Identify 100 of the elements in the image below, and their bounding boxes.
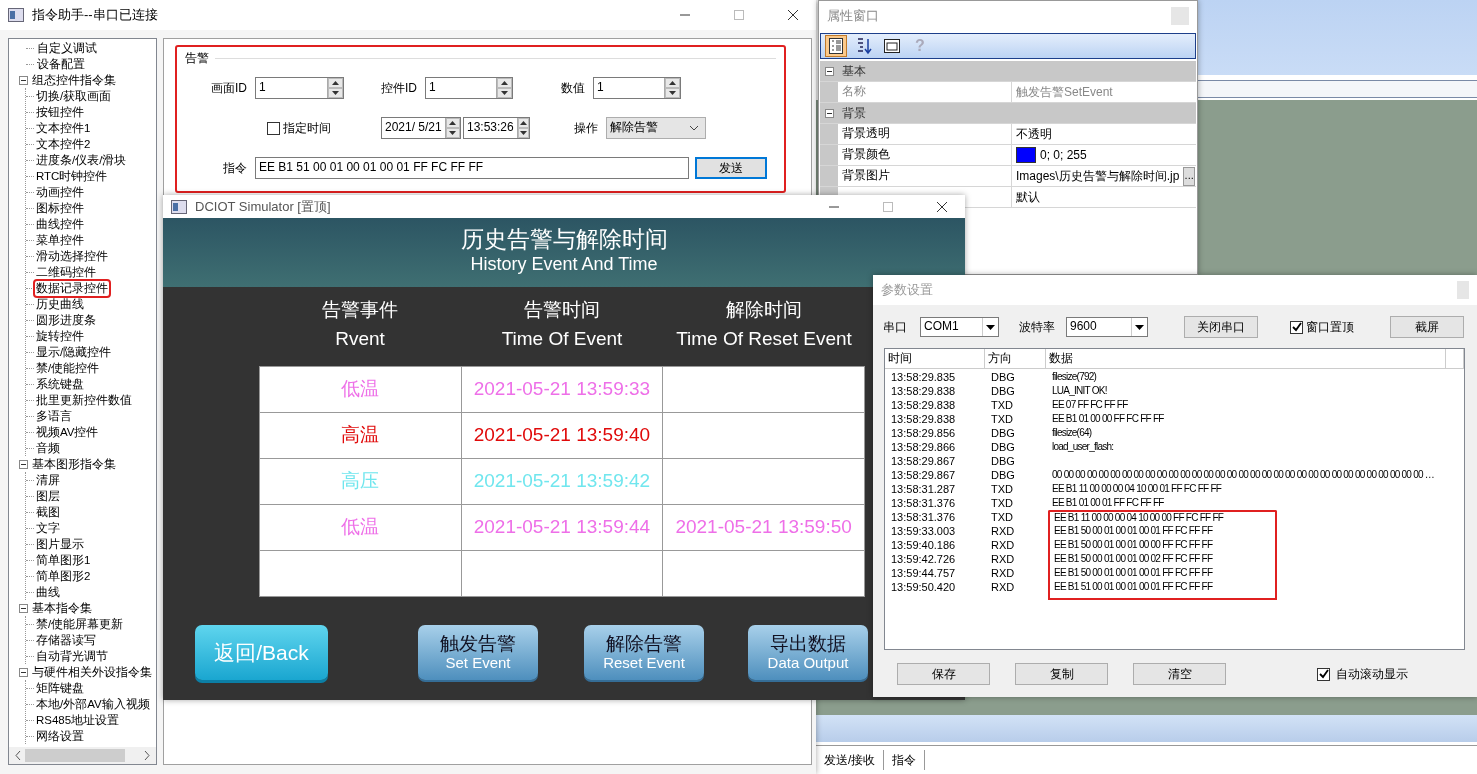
toolbar-button[interactable] [825, 35, 847, 57]
spin-down-button[interactable] [445, 128, 460, 139]
tree-item[interactable]: 显示/隐藏控件 [35, 344, 113, 360]
tree-item[interactable]: 曲线控件 [35, 216, 85, 232]
tree-item[interactable]: 与硬件相关外设指令集 [31, 664, 153, 680]
send-button[interactable]: 发送 [695, 157, 767, 180]
tree-item[interactable]: 动画控件 [35, 184, 85, 200]
spin-field[interactable]: 1 [593, 77, 681, 100]
browse-button[interactable]: ... [1183, 166, 1195, 186]
tree-item[interactable]: 圆形进度条 [35, 312, 97, 328]
tree-item[interactable]: 基本图形指令集 [31, 456, 117, 472]
scrollbar-thumb[interactable] [25, 749, 125, 762]
dialog-button[interactable]: 清空 [1133, 663, 1226, 685]
screenshot-button[interactable]: 截屏 [1390, 316, 1464, 338]
action-button[interactable]: 导出数据 Data Output [748, 625, 868, 680]
tree-item[interactable]: 清屏 [35, 472, 61, 488]
action-button[interactable]: 触发告警 Set Event [418, 625, 538, 680]
tree-item[interactable]: 文本控件2 [35, 136, 92, 152]
tree-item[interactable]: 设备配置 [36, 56, 86, 72]
checkbox[interactable] [1317, 667, 1333, 681]
close-port-button[interactable]: 关闭串口 [1184, 316, 1258, 338]
row-gutter [820, 145, 838, 165]
checkbox-label[interactable]: 窗口置顶 [1306, 319, 1354, 335]
tree-item[interactable]: 网络设置 [35, 728, 85, 744]
dropdown[interactable]: 解除告警 [606, 117, 706, 140]
dropdown[interactable]: 9600 [1066, 317, 1148, 337]
log-direction: TXD [991, 510, 1014, 524]
tree-item[interactable]: 禁/使能屏幕更新 [35, 616, 125, 632]
table-cell: 2021-05-21 13:59:33 [473, 378, 651, 400]
tree-item[interactable]: 文字 [35, 520, 61, 536]
tree-item[interactable]: 自定义调试 [36, 40, 98, 56]
tree-item[interactable]: 按钮控件 [35, 104, 85, 120]
tree-item[interactable]: 旋转控件 [35, 328, 85, 344]
action-button[interactable]: 解除告警 Reset Event [584, 625, 704, 680]
spin-up-button[interactable] [445, 118, 460, 129]
tree-item[interactable]: 文本控件1 [35, 120, 92, 136]
tree-item[interactable]: 视频AV控件 [35, 424, 100, 440]
checkbox[interactable] [1290, 320, 1306, 334]
spin-field[interactable]: 1 [255, 77, 344, 100]
tree-item[interactable]: 图片显示 [35, 536, 85, 552]
tree-item[interactable]: 基本指令集 [31, 600, 93, 616]
tree-item[interactable]: 图层 [35, 488, 61, 504]
tree-item[interactable]: 自动背光调节 [35, 648, 109, 664]
tree-item[interactable]: 组态控件指令集 [31, 72, 117, 88]
spin-field[interactable]: 13:53:26 [463, 117, 530, 140]
spin-down-button[interactable] [665, 88, 680, 99]
tree-item[interactable]: 简单图形2 [35, 568, 92, 584]
tree-item[interactable]: RS485地址设置 [35, 712, 121, 728]
tree-item[interactable]: 存储器读写 [35, 632, 97, 648]
property-value[interactable]: 不透明 [1016, 126, 1052, 142]
tree-item[interactable]: 截图 [35, 504, 61, 520]
tree-item[interactable]: 多语言 [35, 408, 73, 424]
spin-up-button[interactable] [517, 118, 529, 129]
dialog-button[interactable]: 保存 [897, 663, 990, 685]
dialog-button[interactable]: 复制 [1015, 663, 1108, 685]
tree-item[interactable]: 禁/使能控件 [35, 360, 101, 376]
tree-item[interactable]: 音频 [35, 440, 61, 456]
tree-item[interactable]: 滑动选择控件 [35, 248, 109, 264]
spin-field[interactable]: 2021/ 5/21 [381, 117, 461, 140]
tree-item[interactable]: 图标控件 [35, 200, 85, 216]
input-field[interactable]: EE B1 51 00 01 00 01 00 01 FF FC FF FF [255, 157, 689, 180]
collapse-icon[interactable] [19, 75, 28, 85]
column-header[interactable]: 数据 [1046, 349, 1446, 368]
scroll-left-icon[interactable] [15, 751, 21, 760]
tree-item[interactable]: 批里更新控件数值 [35, 392, 133, 408]
tab[interactable]: 指令 [884, 750, 926, 770]
checkbox-label[interactable]: 自动滚动显示 [1336, 666, 1408, 682]
collapse-icon[interactable] [824, 108, 834, 118]
tree-item[interactable]: 进度条/仪表/滑块 [35, 152, 128, 168]
tree-item[interactable]: 历史曲线 [35, 296, 85, 312]
property-value[interactable]: 0; 0; 255 [1040, 147, 1087, 163]
spin-up-button[interactable] [497, 78, 512, 89]
property-value[interactable]: Images\历史告警与解除时间.jp [1016, 168, 1180, 184]
spin-down-button[interactable] [328, 88, 343, 99]
property-value[interactable]: 默认 [1016, 189, 1040, 205]
scroll-right-icon[interactable] [144, 751, 150, 760]
dropdown[interactable]: COM1 [920, 317, 999, 337]
collapse-icon[interactable] [19, 603, 28, 613]
tree-item[interactable]: 切换/获取画面 [35, 88, 113, 104]
tree-item[interactable]: 简单图形1 [35, 552, 92, 568]
tree-item[interactable]: 矩阵键盘 [35, 680, 85, 696]
checkbox-label[interactable]: 指定时间 [283, 121, 381, 136]
tree-item[interactable]: 系统键盘 [35, 376, 85, 392]
tree-item[interactable]: RTC时钟控件 [35, 168, 109, 184]
spin-up-button[interactable] [665, 78, 680, 89]
spin-down-button[interactable] [497, 88, 512, 99]
collapse-icon[interactable] [19, 459, 28, 469]
collapse-icon[interactable] [19, 667, 28, 677]
column-header[interactable]: 方向 [985, 349, 1046, 368]
tree-item[interactable]: 菜单控件 [35, 232, 85, 248]
tree-item[interactable]: 二维码控件 [35, 264, 97, 280]
tree-item[interactable]: 本地/外部AV输入视频 [35, 696, 151, 712]
tree-item[interactable]: 数据记录控件 [35, 280, 109, 296]
spin-field[interactable]: 1 [425, 77, 513, 100]
spin-down-button[interactable] [517, 128, 529, 139]
spin-up-button[interactable] [328, 78, 343, 89]
column-header[interactable]: 时间 [885, 349, 985, 368]
collapse-icon[interactable] [824, 66, 834, 76]
tree-item[interactable]: 曲线 [35, 584, 61, 600]
checkbox[interactable] [267, 121, 283, 135]
